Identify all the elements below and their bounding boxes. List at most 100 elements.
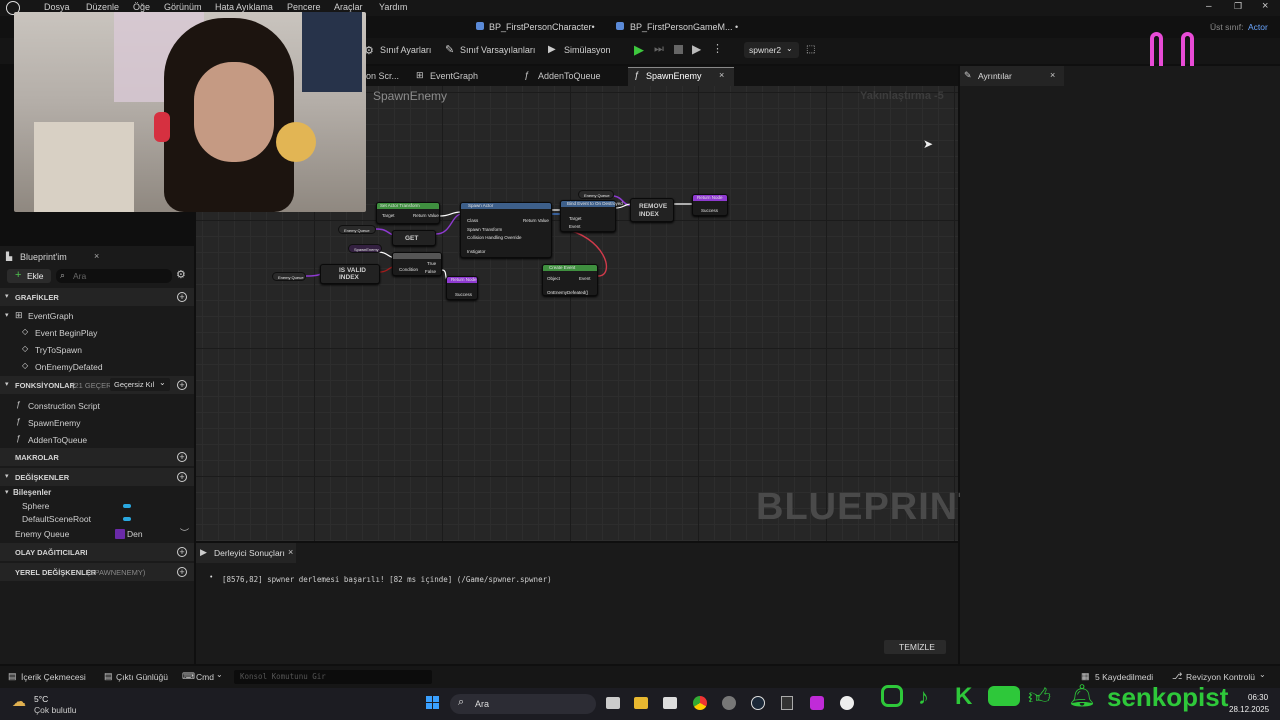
- menu-tools[interactable]: Araçlar: [334, 2, 363, 12]
- sphere-component-item[interactable]: Sphere: [22, 501, 49, 511]
- collapse-icon[interactable]: ▾: [5, 311, 9, 319]
- local-variables-section[interactable]: YEREL DEĞİŞKENLER (SPAWNENEMY) +: [0, 563, 194, 581]
- enemy-queue-getter[interactable]: Enemy Queue: [272, 272, 306, 281]
- store-icon[interactable]: [663, 697, 677, 709]
- eye-icon[interactable]: ︶: [180, 526, 189, 539]
- minimize-icon[interactable]: –: [1206, 1, 1212, 12]
- tab-spawn-enemy[interactable]: SpawnEnemy: [646, 71, 702, 81]
- macros-section[interactable]: MAKROLAR +: [0, 448, 194, 466]
- override-dropdown[interactable]: Geçersiz Kıl ⌄: [110, 378, 170, 391]
- event-onenemydefated-item[interactable]: OnEnemyDefated: [35, 362, 103, 372]
- simulation-button[interactable]: Simülasyon: [564, 45, 611, 55]
- construction-script-item[interactable]: Construction Script: [28, 401, 100, 411]
- graph-icon: ⊞: [15, 310, 23, 320]
- add-function-icon[interactable]: +: [177, 380, 187, 390]
- functions-section[interactable]: ▾ FONKSİYONLAR (21 GEÇERS Geçersiz Kıl ⌄…: [0, 376, 194, 394]
- maximize-icon[interactable]: ❐: [1234, 1, 1242, 12]
- add-graph-icon[interactable]: +: [177, 292, 187, 302]
- default-scene-root-item[interactable]: DefaultSceneRoot: [22, 514, 91, 524]
- eject-icon[interactable]: ▶: [692, 42, 701, 56]
- menu-edit[interactable]: Düzenle: [86, 2, 119, 12]
- branch-node[interactable]: Condition True False: [392, 252, 442, 276]
- class-defaults-button[interactable]: Sınıf Varsayılanları: [460, 45, 535, 55]
- webcam-overlay: [14, 12, 366, 212]
- event-beginplay-item[interactable]: Event BeginPlay: [35, 328, 97, 338]
- add-variable-icon[interactable]: +: [177, 472, 187, 482]
- unreal-engine-icon[interactable]: [840, 696, 854, 710]
- return-node[interactable]: Return Node Success: [692, 194, 728, 216]
- search-input[interactable]: ⌕ Ara: [56, 269, 172, 283]
- collapse-icon: ▾: [5, 293, 9, 300]
- event-trytospawn-item[interactable]: TryToSpawn: [35, 345, 82, 355]
- console-input[interactable]: Konsol Komutunu Gir: [234, 670, 432, 684]
- add-dispatcher-icon[interactable]: +: [177, 547, 187, 557]
- pink-app-icon[interactable]: [810, 696, 824, 710]
- doc-tab-gamemode[interactable]: BP_FirstPersonGameM... •: [630, 22, 738, 32]
- enemy-queue-getter[interactable]: Enemy Queue: [338, 225, 376, 234]
- get-node[interactable]: GET: [392, 230, 436, 246]
- windows-start-icon[interactable]: [426, 696, 440, 710]
- enemy-queue-variable-item[interactable]: Enemy Queue: [15, 529, 69, 539]
- taskbar-search[interactable]: ⌕ Ara: [450, 694, 596, 714]
- close-tab-icon[interactable]: ×: [719, 70, 724, 80]
- add-macro-icon[interactable]: +: [177, 452, 187, 462]
- spawn-enemy-ref-node[interactable]: SpawnEnemy: [348, 244, 382, 253]
- spawn-actor-node[interactable]: Spawn Actor Class Return Value Spawn Tra…: [460, 202, 552, 258]
- steam-icon[interactable]: [751, 696, 765, 710]
- content-drawer-button[interactable]: İçerik Çekmecesi: [21, 672, 86, 682]
- menu-debug[interactable]: Hata Ayıklama: [215, 2, 273, 12]
- remove-index-node[interactable]: REMOVE INDEX: [630, 198, 674, 222]
- tab-construction-script[interactable]: on Scr...: [366, 71, 399, 81]
- collapse-icon[interactable]: ▾: [5, 488, 9, 496]
- pin-label: Instigator: [467, 249, 486, 254]
- set-actor-transform-node[interactable]: Set Actor Transform Target Return Value: [376, 202, 440, 224]
- file-explorer-icon[interactable]: [634, 697, 648, 709]
- revision-control-button[interactable]: Revizyon Kontrolü: [1186, 672, 1255, 682]
- menu-asset[interactable]: Öğe: [133, 2, 150, 12]
- more-options-icon[interactable]: ⋮: [712, 42, 723, 55]
- parent-class-link[interactable]: Actor: [1248, 22, 1268, 32]
- tab-adden-to-queue[interactable]: AddenToQueue: [538, 71, 601, 81]
- is-valid-index-node[interactable]: IS VALID INDEX: [320, 264, 380, 284]
- task-view-icon[interactable]: [606, 697, 620, 709]
- find-object-icon[interactable]: ⬚: [806, 44, 815, 55]
- debug-object-dropdown[interactable]: spwner2 ⌄: [744, 42, 799, 58]
- dispatchers-section[interactable]: OLAY DAĞITICILARI +: [0, 543, 194, 561]
- menu-file[interactable]: Dosya: [44, 2, 70, 12]
- cmd-dropdown[interactable]: Cmd: [196, 672, 214, 682]
- stop-icon[interactable]: [674, 45, 683, 54]
- add-button[interactable]: + Ekle: [7, 269, 51, 283]
- menu-window[interactable]: Pencere: [287, 2, 321, 12]
- add-local-variable-icon[interactable]: +: [177, 567, 187, 577]
- close-tab-icon[interactable]: ×: [1050, 70, 1055, 80]
- adden-to-queue-function-item[interactable]: AddenToQueue: [28, 435, 87, 445]
- menu-help[interactable]: Yardım: [379, 2, 407, 12]
- compiler-tab[interactable]: ▶ Derleyici Sonuçları ×: [196, 543, 296, 563]
- settings-gear-icon[interactable]: ⚙: [176, 268, 186, 281]
- class-settings-button[interactable]: Sınıf Ayarları: [380, 45, 431, 55]
- step-icon[interactable]: ⏭: [654, 43, 664, 56]
- menu-view[interactable]: Görünüm: [164, 2, 202, 12]
- return-node[interactable]: Return Node Success: [446, 276, 478, 300]
- chrome-icon[interactable]: [693, 696, 707, 710]
- enemy-queue-getter[interactable]: Enemy Queue: [578, 190, 614, 199]
- bind-event-node[interactable]: Bind Event to On Destroyed Target Event: [560, 200, 623, 232]
- spawn-enemy-function-item[interactable]: SpawnEnemy: [28, 418, 80, 428]
- output-log-button[interactable]: Çıktı Günlüğü: [116, 672, 168, 682]
- node-title: Create Event: [549, 265, 576, 270]
- event-graph-item[interactable]: EventGraph: [28, 311, 73, 321]
- app-icon[interactable]: [722, 696, 736, 710]
- close-window-icon[interactable]: ×: [1262, 0, 1268, 12]
- create-event-node[interactable]: Create Event Object Event OnEnemyDefeate…: [542, 264, 598, 296]
- play-icon[interactable]: ▶: [634, 42, 644, 58]
- epic-games-icon[interactable]: [781, 696, 793, 710]
- close-tab-icon[interactable]: ×: [288, 547, 293, 557]
- variables-section[interactable]: ▾ DEĞİŞKENLER +: [0, 468, 194, 486]
- tab-event-graph[interactable]: EventGraph: [430, 71, 478, 81]
- close-panel-icon[interactable]: ×: [94, 251, 99, 261]
- details-tab[interactable]: ✎ Ayrıntılar ×: [960, 66, 1064, 86]
- unsaved-count[interactable]: 5 Kaydedilmedi: [1095, 672, 1153, 682]
- doc-tab-character[interactable]: BP_FirstPersonCharacter•: [489, 22, 595, 32]
- clear-button[interactable]: TEMİZLE: [884, 640, 946, 654]
- graphs-section[interactable]: ▾ GRAFİKLER +: [0, 288, 194, 306]
